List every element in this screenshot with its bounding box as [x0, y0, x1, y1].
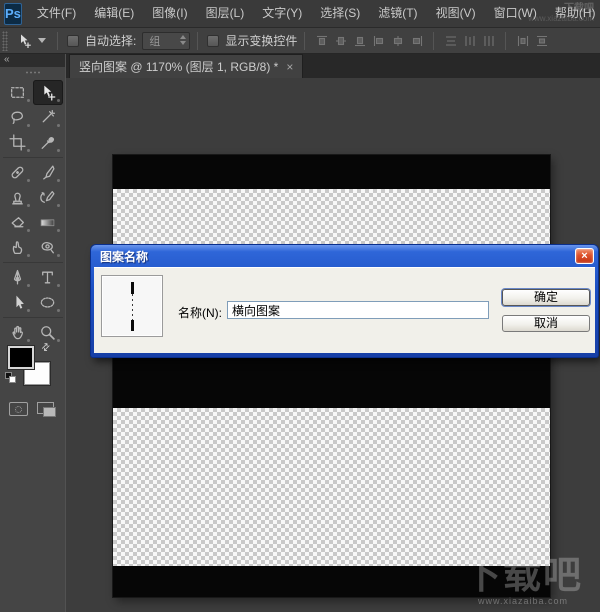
distribute-vertical-button[interactable]	[533, 32, 550, 49]
clone-stamp-tool-icon[interactable]	[3, 185, 33, 210]
dialog-titlebar[interactable]: 图案名称 ×	[91, 245, 598, 267]
zoom-tool-icon[interactable]	[33, 320, 63, 345]
lasso-tool-icon[interactable]	[3, 105, 33, 130]
crop-tool-icon[interactable]	[3, 130, 33, 155]
show-transform-checkbox[interactable]	[207, 35, 219, 47]
tool-group-separator	[3, 315, 63, 318]
menu-edit[interactable]: 编辑(E)	[85, 0, 143, 27]
menu-view[interactable]: 视图(V)	[427, 0, 485, 27]
rectangular-marquee-tool-icon[interactable]	[3, 80, 33, 105]
pattern-black-stripe	[113, 358, 550, 408]
document-canvas[interactable]	[113, 155, 550, 597]
menu-filter[interactable]: 滤镜(T)	[369, 0, 426, 27]
separator	[197, 32, 198, 50]
ellipse-shape-tool-icon[interactable]	[33, 290, 63, 315]
distribute-bottom-edges-button[interactable]	[480, 32, 497, 49]
path-selection-tool-icon[interactable]	[3, 290, 33, 315]
pattern-preview-dashed-line	[131, 282, 134, 331]
menu-select[interactable]: 选择(S)	[311, 0, 369, 27]
panel-grip[interactable]	[0, 67, 65, 77]
eyedropper-tool-icon[interactable]	[33, 130, 63, 155]
pen-tool-icon[interactable]	[3, 265, 33, 290]
show-transform-label: 显示变换控件	[225, 32, 297, 49]
align-right-edges-button[interactable]	[408, 32, 425, 49]
move-tool-option-icon	[14, 31, 34, 51]
distribute-vertical-centers-button[interactable]	[461, 32, 478, 49]
align-horizontal-centers-button[interactable]	[389, 32, 406, 49]
tool-preset-caret-icon[interactable]	[38, 38, 46, 43]
separator	[57, 32, 58, 50]
pattern-preview	[101, 275, 163, 337]
watermark-url: www.xiazaiba.com	[448, 596, 598, 606]
cancel-button[interactable]: 取消	[502, 315, 590, 332]
move-tool-icon[interactable]	[33, 80, 63, 105]
stepper-arrows-icon	[180, 35, 186, 45]
collapse-panel-strip: «	[0, 54, 65, 67]
spot-healing-brush-tool-icon[interactable]	[3, 160, 33, 185]
transparent-checker-area	[113, 408, 550, 566]
align-vertical-centers-button[interactable]	[332, 32, 349, 49]
pattern-name-dialog: 图案名称 × 名称(N): 确定 取消	[91, 245, 598, 357]
auto-select-label: 自动选择:	[85, 32, 136, 49]
history-brush-tool-icon[interactable]	[33, 185, 63, 210]
ok-button[interactable]: 确定	[502, 289, 590, 306]
menu-layer[interactable]: 图层(L)	[197, 0, 254, 27]
dialog-body: 名称(N): 确定 取消	[94, 267, 595, 353]
document-tab-bar: 竖向图案 @ 1170% (图层 1, RGB/8) * ×	[66, 54, 600, 78]
auto-select-value: 组	[149, 33, 160, 49]
name-label: 名称(N):	[178, 304, 222, 321]
align-top-edges-button[interactable]	[313, 32, 330, 49]
default-colors-icon[interactable]	[5, 372, 17, 384]
auto-select-dropdown[interactable]: 组	[142, 32, 190, 50]
canvas-area: 竖向图案 @ 1170% (图层 1, RGB/8) * × 图案名称 × 名称…	[65, 54, 600, 612]
brush-tool-icon[interactable]	[33, 160, 63, 185]
separator	[433, 32, 434, 50]
foreground-color-swatch[interactable]	[8, 346, 34, 369]
document-tab[interactable]: 竖向图案 @ 1170% (图层 1, RGB/8) * ×	[69, 54, 303, 78]
menu-file[interactable]: 文件(F)	[28, 0, 85, 27]
pattern-name-input[interactable]	[227, 301, 489, 319]
watermark-top: 下载吧 www.xiazaiba.com	[528, 4, 594, 24]
screen-mode-icon[interactable]	[37, 402, 56, 416]
quick-mask-mode-icon[interactable]	[9, 402, 28, 416]
dodge-tool-icon[interactable]	[33, 235, 63, 260]
tool-group-separator	[3, 260, 63, 263]
hand-tool-icon[interactable]	[3, 320, 33, 345]
distribute-top-edges-button[interactable]	[442, 32, 459, 49]
separator	[304, 32, 305, 50]
collapse-panel-icon[interactable]: «	[4, 54, 9, 65]
pattern-black-stripe	[113, 155, 550, 189]
auto-select-checkbox[interactable]	[67, 35, 79, 47]
dialog-close-button[interactable]: ×	[575, 248, 594, 264]
watermark-bottom: 下载吧 www.xiazaiba.com	[448, 556, 598, 606]
eraser-tool-icon[interactable]	[3, 210, 33, 235]
separator	[505, 32, 506, 50]
distribute-horizontal-button[interactable]	[514, 32, 531, 49]
tools-grid	[0, 80, 65, 345]
align-bottom-edges-button[interactable]	[351, 32, 368, 49]
watermark-brand: 下载吧	[528, 4, 594, 14]
watermark-brand: 下载吧	[448, 556, 598, 596]
tools-panel: «	[0, 54, 65, 612]
color-swatches: ⇄	[0, 344, 65, 396]
watermark-url: www.xiazaiba.com	[528, 14, 594, 24]
align-left-edges-button[interactable]	[370, 32, 387, 49]
magic-wand-tool-icon[interactable]	[33, 105, 63, 130]
menu-type[interactable]: 文字(Y)	[253, 0, 311, 27]
smudge-tool-icon[interactable]	[3, 235, 33, 260]
photoshop-logo: Ps	[4, 3, 22, 25]
dialog-title: 图案名称	[100, 248, 148, 265]
menu-bar: Ps 文件(F) 编辑(E) 图像(I) 图层(L) 文字(Y) 选择(S) 滤…	[0, 0, 600, 28]
tab-close-icon[interactable]: ×	[286, 60, 293, 74]
type-tool-icon[interactable]	[33, 265, 63, 290]
tool-options-bar: 自动选择: 组 显示变换控件	[0, 28, 600, 54]
gradient-tool-icon[interactable]	[33, 210, 63, 235]
options-bar-grip[interactable]	[2, 31, 8, 51]
document-tab-title: 竖向图案 @ 1170% (图层 1, RGB/8) *	[79, 58, 278, 75]
tool-group-separator	[3, 155, 63, 158]
menu-image[interactable]: 图像(I)	[143, 0, 196, 27]
